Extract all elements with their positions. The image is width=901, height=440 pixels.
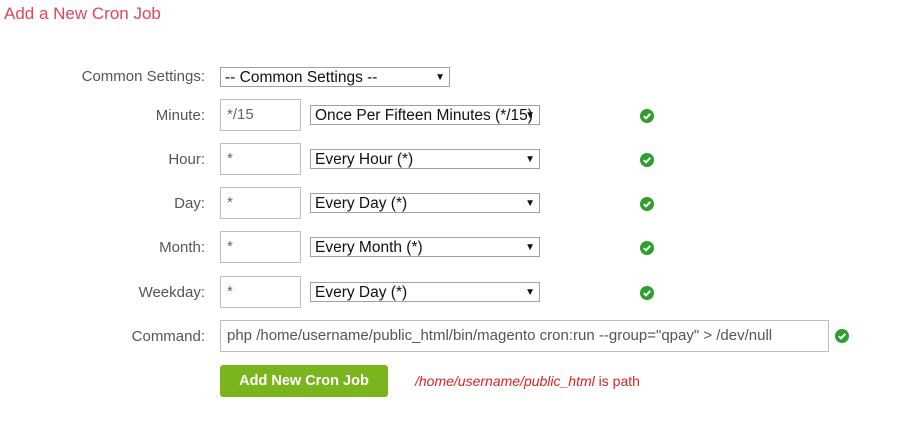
minute-input[interactable]: */15	[220, 99, 301, 131]
common-settings-label: Common Settings:	[81, 68, 205, 85]
check-circle-icon	[640, 153, 654, 167]
check-circle-icon	[835, 329, 849, 343]
day-input[interactable]: *	[220, 187, 301, 219]
path-note-suffix: is path	[594, 373, 640, 389]
minute-select-value: Once Per Fifteen Minutes (*/15)	[315, 107, 533, 124]
weekday-label: Weekday:	[138, 284, 205, 301]
day-select-value: Every Day (*)	[315, 195, 408, 212]
check-circle-icon	[640, 286, 654, 300]
weekday-select[interactable]: Every Day (*) ▼	[310, 282, 540, 302]
check-circle-icon	[640, 109, 654, 123]
command-label: Command:	[131, 328, 205, 345]
dropdown-arrow-icon: ▼	[525, 242, 535, 253]
day-select[interactable]: Every Day (*) ▼	[310, 193, 540, 213]
minute-select[interactable]: Once Per Fifteen Minutes (*/15) ▼	[310, 105, 540, 125]
month-select-value: Every Month (*)	[315, 239, 423, 256]
hour-label: Hour:	[168, 151, 205, 168]
dropdown-arrow-icon: ▼	[525, 154, 535, 165]
hour-select-value: Every Hour (*)	[315, 151, 414, 168]
dropdown-arrow-icon: ▼	[525, 198, 535, 209]
path-note-path: /home/username/public_html	[415, 373, 595, 389]
dropdown-arrow-icon: ▼	[525, 287, 535, 298]
hour-select[interactable]: Every Hour (*) ▼	[310, 149, 540, 169]
weekday-select-value: Every Day (*)	[315, 284, 408, 301]
hour-input[interactable]: *	[220, 143, 301, 175]
day-label: Day:	[174, 195, 205, 212]
month-select[interactable]: Every Month (*) ▼	[310, 237, 540, 257]
minute-label: Minute:	[155, 107, 205, 124]
common-settings-select[interactable]: -- Common Settings -- ▼	[220, 67, 450, 87]
weekday-input[interactable]: *	[220, 276, 301, 308]
common-settings-value: -- Common Settings --	[225, 69, 378, 86]
page-title: Add a New Cron Job	[4, 4, 161, 23]
check-circle-icon	[640, 197, 654, 211]
command-input[interactable]: php /home/username/public_html/bin/magen…	[220, 320, 829, 352]
check-circle-icon	[640, 241, 654, 255]
month-input[interactable]: *	[220, 231, 301, 263]
add-new-cron-job-button[interactable]: Add New Cron Job	[220, 365, 388, 397]
month-label: Month:	[159, 239, 205, 256]
path-note: /home/username/public_html is path	[415, 373, 640, 389]
dropdown-arrow-icon: ▼	[525, 110, 535, 121]
dropdown-arrow-icon: ▼	[435, 72, 445, 83]
